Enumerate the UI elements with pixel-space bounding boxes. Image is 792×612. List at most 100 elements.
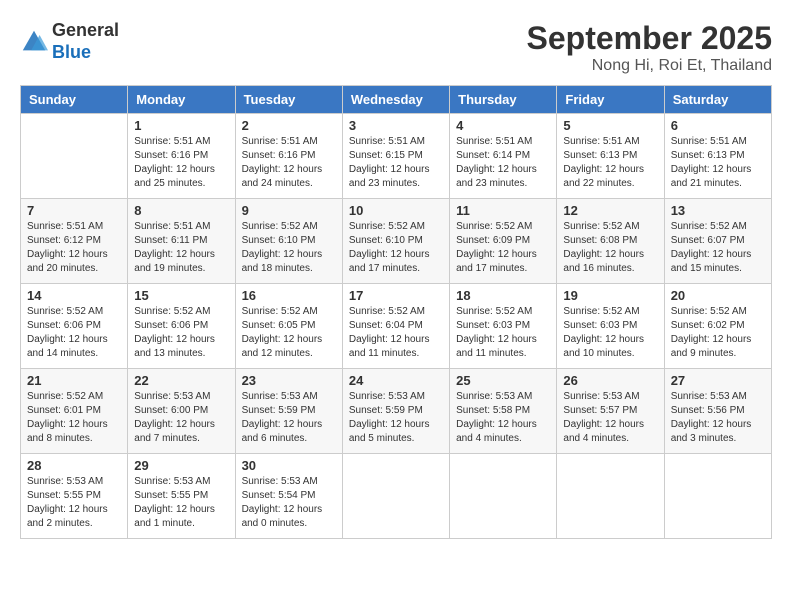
logo-icon	[20, 28, 48, 56]
weekday-header-sunday: Sunday	[21, 86, 128, 114]
calendar-cell: 20 Sunrise: 5:52 AMSunset: 6:02 PMDayligh…	[664, 284, 771, 369]
page-header: General Blue September 2025 Nong Hi, Roi…	[20, 20, 772, 75]
calendar-cell: 6Sunrise: 5:51 AMSunset: 6:13 PMDaylight…	[664, 114, 771, 199]
day-number: 8	[134, 203, 228, 218]
day-info: Sunrise: 5:52 AMSunset: 6:10 PMDaylight:…	[349, 220, 443, 276]
calendar-cell	[342, 454, 449, 539]
calendar-cell: 8Sunrise: 5:51 AMSunset: 6:11 PMDaylight…	[128, 199, 235, 284]
day-number: 19	[563, 288, 657, 303]
calendar-cell: 28Sunrise: 5:53 AMSunset: 5:55 PMDayligh…	[21, 454, 128, 539]
day-info: Sunrise: 5:51 AMSunset: 6:13 PMDaylight:…	[563, 135, 657, 191]
calendar-cell: 16 Sunrise: 5:52 AMSunset: 6:05 PMDayligh…	[235, 284, 342, 369]
day-info: Sunrise: 5:53 AMSunset: 5:59 PMDaylight:…	[349, 390, 443, 446]
calendar-cell	[557, 454, 664, 539]
calendar-cell: 11 Sunrise: 5:52 AMSunset: 6:09 PMDayligh…	[450, 199, 557, 284]
day-info: Sunrise: 5:51 AMSunset: 6:16 PMDaylight:…	[242, 135, 336, 191]
calendar-cell: 19 Sunrise: 5:52 AMSunset: 6:03 PMDayligh…	[557, 284, 664, 369]
day-info: Sunrise: 5:52 AMSunset: 6:06 PMDaylight:…	[27, 305, 121, 361]
calendar-cell: 13Sunrise: 5:52 AMSunset: 6:07 PMDayligh…	[664, 199, 771, 284]
day-number: 20	[671, 288, 765, 303]
calendar-cell: 30 Sunrise: 5:53 AMSunset: 5:54 PMDayligh…	[235, 454, 342, 539]
day-number: 24	[349, 373, 443, 388]
day-info: Sunrise: 5:53 AMSunset: 5:55 PMDaylight:…	[27, 475, 121, 531]
day-info: Sunrise: 5:52 AMSunset: 6:02 PMDaylight:…	[671, 305, 765, 361]
calendar-cell: 7 Sunrise: 5:51 AMSunset: 6:12 PMDaylight…	[21, 199, 128, 284]
calendar-cell: 4 Sunrise: 5:51 AMSunset: 6:14 PMDaylight…	[450, 114, 557, 199]
day-number: 23	[242, 373, 336, 388]
calendar-week-5: 28Sunrise: 5:53 AMSunset: 5:55 PMDayligh…	[21, 454, 772, 539]
logo: General Blue	[20, 20, 119, 63]
calendar-cell: 17Sunrise: 5:52 AMSunset: 6:04 PMDayligh…	[342, 284, 449, 369]
day-number: 15	[134, 288, 228, 303]
day-number: 30	[242, 458, 336, 473]
month-title: September 2025	[527, 20, 772, 57]
day-info: Sunrise: 5:53 AMSunset: 5:59 PMDaylight:…	[242, 390, 336, 446]
weekday-header-wednesday: Wednesday	[342, 86, 449, 114]
day-info: Sunrise: 5:53 AMSunset: 5:55 PMDaylight:…	[134, 475, 228, 531]
day-number: 17	[349, 288, 443, 303]
calendar-week-2: 7 Sunrise: 5:51 AMSunset: 6:12 PMDaylight…	[21, 199, 772, 284]
calendar-cell	[664, 454, 771, 539]
day-info: Sunrise: 5:52 AMSunset: 6:05 PMDaylight:…	[242, 305, 336, 361]
logo-blue-text: Blue	[52, 42, 91, 62]
day-info: Sunrise: 5:52 AMSunset: 6:09 PMDaylight:…	[456, 220, 550, 276]
calendar-cell	[21, 114, 128, 199]
calendar-cell: 22 Sunrise: 5:53 AMSunset: 6:00 PMDayligh…	[128, 369, 235, 454]
calendar-week-1: 1Sunrise: 5:51 AMSunset: 6:16 PMDaylight…	[21, 114, 772, 199]
calendar-cell: 21 Sunrise: 5:52 AMSunset: 6:01 PMDayligh…	[21, 369, 128, 454]
day-number: 7	[27, 203, 121, 218]
day-number: 21	[27, 373, 121, 388]
location-title: Nong Hi, Roi Et, Thailand	[527, 57, 772, 75]
day-number: 10	[349, 203, 443, 218]
day-number: 9	[242, 203, 336, 218]
day-number: 29	[134, 458, 228, 473]
calendar-cell: 24 Sunrise: 5:53 AMSunset: 5:59 PMDayligh…	[342, 369, 449, 454]
logo-general-text: General	[52, 20, 119, 40]
day-info: Sunrise: 5:51 AMSunset: 6:15 PMDaylight:…	[349, 135, 443, 191]
day-number: 5	[563, 118, 657, 133]
day-number: 18	[456, 288, 550, 303]
weekday-header-thursday: Thursday	[450, 86, 557, 114]
day-info: Sunrise: 5:52 AMSunset: 6:08 PMDaylight:…	[563, 220, 657, 276]
day-number: 2	[242, 118, 336, 133]
calendar-cell: 3 Sunrise: 5:51 AMSunset: 6:15 PMDaylight…	[342, 114, 449, 199]
day-number: 11	[456, 203, 550, 218]
day-info: Sunrise: 5:52 AMSunset: 6:01 PMDaylight:…	[27, 390, 121, 446]
weekday-header-monday: Monday	[128, 86, 235, 114]
day-info: Sunrise: 5:52 AMSunset: 6:03 PMDaylight:…	[456, 305, 550, 361]
calendar-cell: 1Sunrise: 5:51 AMSunset: 6:16 PMDaylight…	[128, 114, 235, 199]
calendar-cell: 5 Sunrise: 5:51 AMSunset: 6:13 PMDaylight…	[557, 114, 664, 199]
day-info: Sunrise: 5:53 AMSunset: 5:54 PMDaylight:…	[242, 475, 336, 531]
calendar-cell: 25Sunrise: 5:53 AMSunset: 5:58 PMDayligh…	[450, 369, 557, 454]
calendar-cell: 10 Sunrise: 5:52 AMSunset: 6:10 PMDayligh…	[342, 199, 449, 284]
day-number: 4	[456, 118, 550, 133]
calendar-cell: 15 Sunrise: 5:52 AMSunset: 6:06 PMDayligh…	[128, 284, 235, 369]
calendar-cell: 2 Sunrise: 5:51 AMSunset: 6:16 PMDaylight…	[235, 114, 342, 199]
day-info: Sunrise: 5:52 AMSunset: 6:03 PMDaylight:…	[563, 305, 657, 361]
calendar-table: SundayMondayTuesdayWednesdayThursdayFrid…	[20, 85, 772, 539]
calendar-cell: 14 Sunrise: 5:52 AMSunset: 6:06 PMDayligh…	[21, 284, 128, 369]
day-info: Sunrise: 5:53 AMSunset: 6:00 PMDaylight:…	[134, 390, 228, 446]
day-info: Sunrise: 5:51 AMSunset: 6:14 PMDaylight:…	[456, 135, 550, 191]
day-info: Sunrise: 5:51 AMSunset: 6:12 PMDaylight:…	[27, 220, 121, 276]
calendar-header-row: SundayMondayTuesdayWednesdayThursdayFrid…	[21, 86, 772, 114]
calendar-cell: 12 Sunrise: 5:52 AMSunset: 6:08 PMDayligh…	[557, 199, 664, 284]
day-info: Sunrise: 5:53 AMSunset: 5:58 PMDaylight:…	[456, 390, 550, 446]
calendar-week-3: 14 Sunrise: 5:52 AMSunset: 6:06 PMDayligh…	[21, 284, 772, 369]
day-number: 13	[671, 203, 765, 218]
weekday-header-saturday: Saturday	[664, 86, 771, 114]
calendar-cell: 29 Sunrise: 5:53 AMSunset: 5:55 PMDayligh…	[128, 454, 235, 539]
calendar-cell: 9Sunrise: 5:52 AMSunset: 6:10 PMDaylight…	[235, 199, 342, 284]
day-info: Sunrise: 5:53 AMSunset: 5:57 PMDaylight:…	[563, 390, 657, 446]
calendar-cell: 18 Sunrise: 5:52 AMSunset: 6:03 PMDayligh…	[450, 284, 557, 369]
title-block: September 2025 Nong Hi, Roi Et, Thailand	[527, 20, 772, 75]
day-number: 12	[563, 203, 657, 218]
day-number: 3	[349, 118, 443, 133]
day-number: 14	[27, 288, 121, 303]
day-number: 16	[242, 288, 336, 303]
calendar-cell: 26Sunrise: 5:53 AMSunset: 5:57 PMDayligh…	[557, 369, 664, 454]
day-info: Sunrise: 5:51 AMSunset: 6:13 PMDaylight:…	[671, 135, 765, 191]
calendar-cell: 27Sunrise: 5:53 AMSunset: 5:56 PMDayligh…	[664, 369, 771, 454]
day-number: 22	[134, 373, 228, 388]
day-info: Sunrise: 5:52 AMSunset: 6:06 PMDaylight:…	[134, 305, 228, 361]
